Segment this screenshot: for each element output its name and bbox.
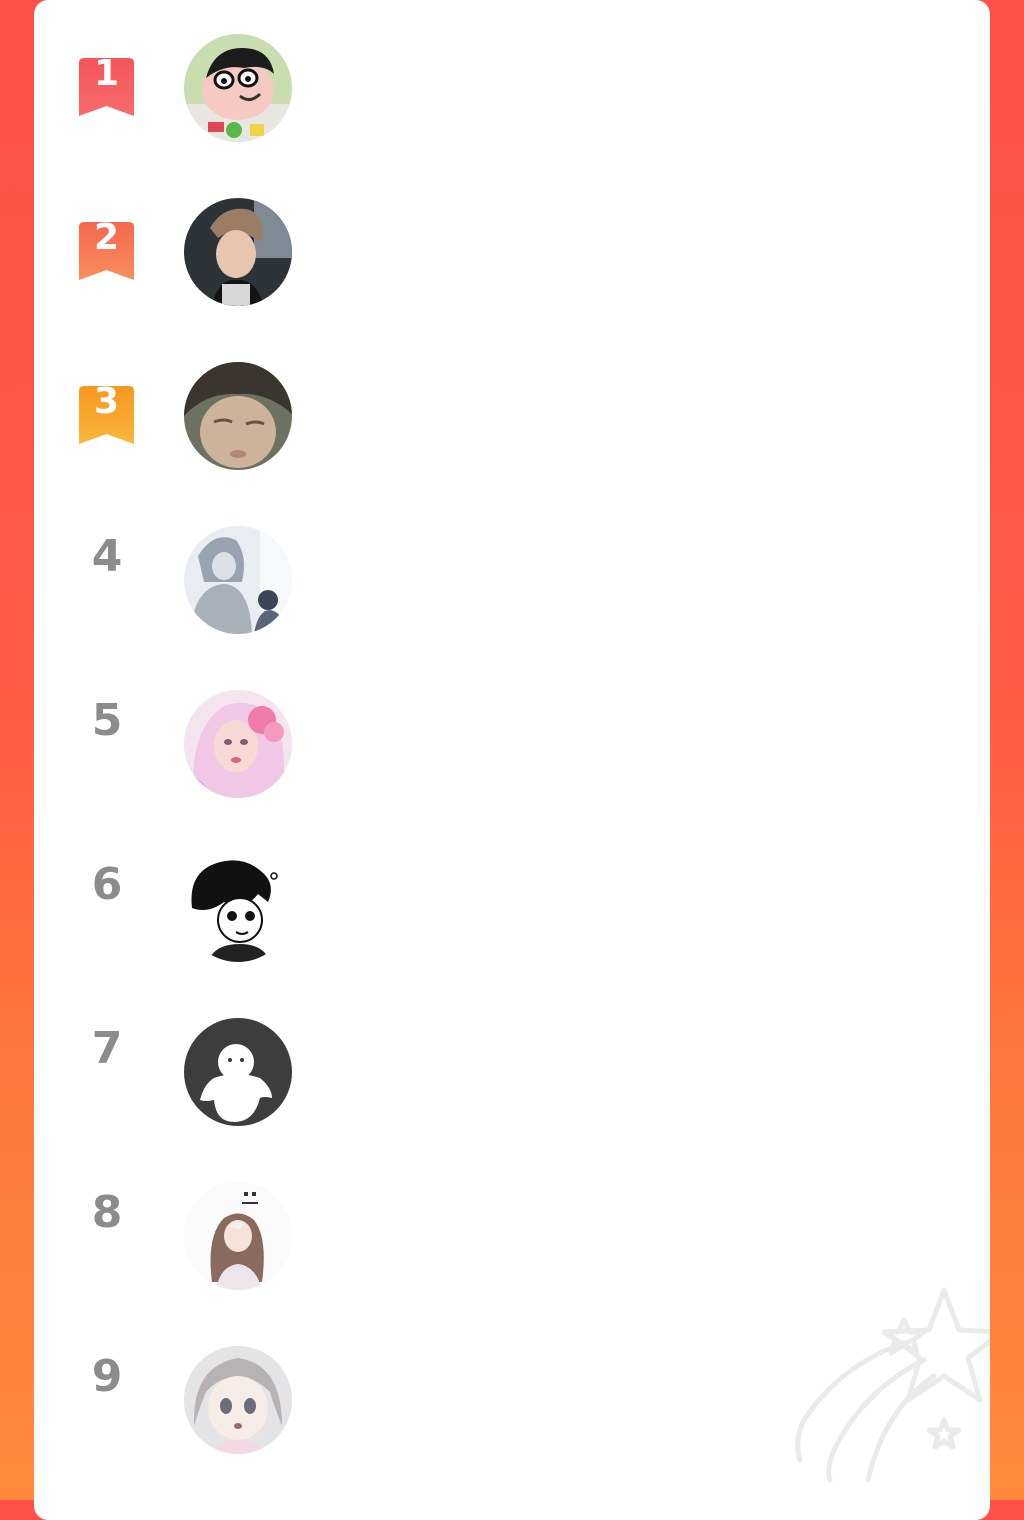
pink-hair-girl-avatar-icon <box>184 690 292 798</box>
anime-couple-avatar-icon <box>184 526 292 634</box>
rank-number: 9 <box>91 1351 123 1402</box>
rank-number: 2 <box>93 217 120 258</box>
rank-number: 4 <box>91 531 123 582</box>
rank-number: 1 <box>93 53 120 94</box>
rank-number: 7 <box>91 1023 123 1074</box>
rank-number: 5 <box>91 695 123 746</box>
ranking-row[interactable]: 2 <box>34 164 990 328</box>
user-avatar[interactable] <box>184 1018 292 1126</box>
user-avatar[interactable] <box>184 690 292 798</box>
ranking-row[interactable]: 5 <box>34 656 990 820</box>
user-avatar[interactable] <box>184 198 292 306</box>
user-avatar[interactable] <box>184 34 292 142</box>
default-ghost-avatar-icon <box>184 1018 292 1126</box>
ranking-row[interactable]: 6 <box>34 820 990 984</box>
user-avatar[interactable] <box>184 526 292 634</box>
rank-number: 8 <box>91 1187 123 1238</box>
crayon-cartoon-avatar-icon <box>184 34 292 142</box>
sleeping-boy-photo-avatar-icon <box>184 362 292 470</box>
illustrated-girl-avatar-icon <box>184 1182 292 1290</box>
young-man-photo-avatar-icon <box>184 198 292 306</box>
rank-number: 6 <box>91 859 123 910</box>
user-avatar[interactable] <box>184 362 292 470</box>
user-avatar[interactable] <box>184 1182 292 1290</box>
shooting-star-icon <box>795 1287 990 1483</box>
anime-girl-avatar-icon <box>184 1346 292 1454</box>
ranking-row[interactable]: 1 <box>34 0 990 164</box>
ranking-row[interactable]: 3 <box>34 328 990 492</box>
ranking-card: 1 2 3 4 5 6 7 8 9 <box>34 0 990 1520</box>
ranking-row[interactable]: 4 <box>34 492 990 656</box>
user-avatar[interactable] <box>184 854 292 962</box>
user-avatar[interactable] <box>184 1346 292 1454</box>
ranking-row[interactable]: 7 <box>34 984 990 1148</box>
manga-boy-avatar-icon <box>184 854 292 962</box>
rank-number: 3 <box>93 381 120 422</box>
